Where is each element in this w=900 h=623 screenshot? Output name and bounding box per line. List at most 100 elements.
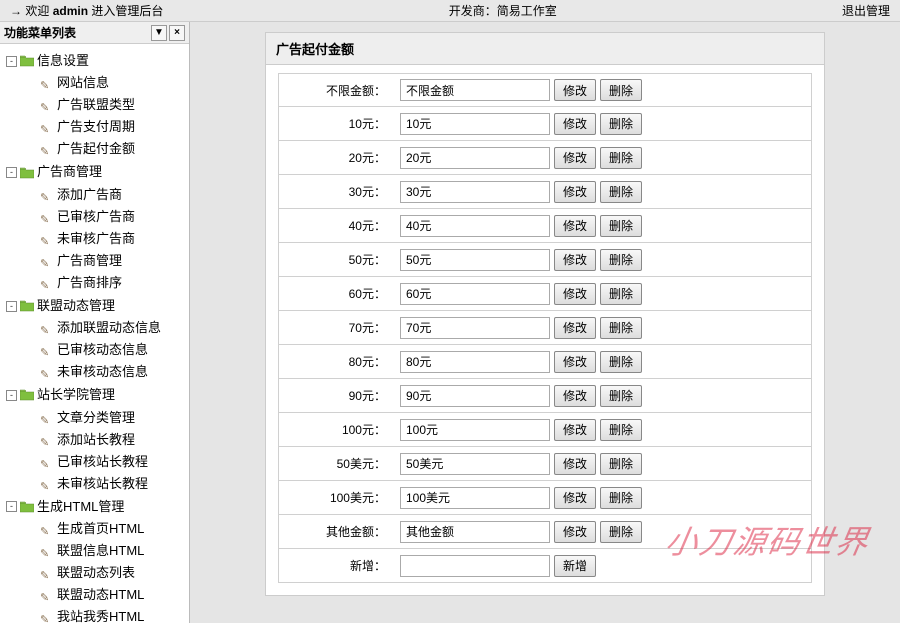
panel: 广告起付金额 不限金额：修改删除10元：修改删除20元：修改删除30元：修改删除… <box>265 32 825 596</box>
delete-button[interactable]: 删除 <box>600 487 642 509</box>
delete-button[interactable]: 删除 <box>600 385 642 407</box>
page-icon: ✎ <box>40 434 54 446</box>
edit-button[interactable]: 修改 <box>554 113 596 135</box>
edit-button[interactable]: 修改 <box>554 419 596 441</box>
logout-link[interactable]: 退出管理 <box>842 2 890 19</box>
add-input[interactable] <box>400 555 550 577</box>
tree-item[interactable]: ✎广告支付周期 <box>26 116 185 138</box>
tree-item[interactable]: ✎联盟动态列表 <box>26 562 185 584</box>
edit-button[interactable]: 修改 <box>554 79 596 101</box>
tree-item-label: 联盟信息HTML <box>57 540 144 562</box>
delete-button[interactable]: 删除 <box>600 147 642 169</box>
value-input[interactable] <box>400 419 550 441</box>
delete-button[interactable]: 删除 <box>600 249 642 271</box>
delete-button[interactable]: 删除 <box>600 215 642 237</box>
tree-folder[interactable]: -联盟动态管理 <box>4 295 185 317</box>
row-label: 70元： <box>279 319 394 336</box>
edit-button[interactable]: 修改 <box>554 385 596 407</box>
delete-button[interactable]: 删除 <box>600 317 642 339</box>
tree-item[interactable]: ✎广告商排序 <box>26 272 185 294</box>
delete-button[interactable]: 删除 <box>600 283 642 305</box>
form-row: 10元：修改删除 <box>278 107 812 141</box>
value-input[interactable] <box>400 487 550 509</box>
tree-folder[interactable]: -信息设置 <box>4 50 185 72</box>
delete-button[interactable]: 删除 <box>600 521 642 543</box>
collapse-icon[interactable]: - <box>6 301 17 312</box>
tree-item[interactable]: ✎联盟动态HTML <box>26 584 185 606</box>
row-label: 40元： <box>279 217 394 234</box>
value-input[interactable] <box>400 215 550 237</box>
tree-item[interactable]: ✎文章分类管理 <box>26 407 185 429</box>
value-input[interactable] <box>400 249 550 271</box>
page-icon: ✎ <box>40 567 54 579</box>
edit-button[interactable]: 修改 <box>554 453 596 475</box>
tree-item[interactable]: ✎添加联盟动态信息 <box>26 317 185 339</box>
page-icon: ✎ <box>40 211 54 223</box>
edit-button[interactable]: 修改 <box>554 147 596 169</box>
sidebar-title: 功能菜单列表 <box>4 24 149 41</box>
tree-item[interactable]: ✎我站我秀HTML <box>26 606 185 623</box>
form-row: 100元：修改删除 <box>278 413 812 447</box>
sidebar-close-button[interactable]: × <box>169 25 185 41</box>
collapse-icon[interactable]: - <box>6 501 17 512</box>
edit-button[interactable]: 修改 <box>554 249 596 271</box>
tree-folder[interactable]: -广告商管理 <box>4 161 185 183</box>
add-button[interactable]: 新增 <box>554 555 596 577</box>
value-input[interactable] <box>400 113 550 135</box>
tree-folder[interactable]: -站长学院管理 <box>4 384 185 406</box>
tree-folder-label: 生成HTML管理 <box>37 496 124 518</box>
value-input[interactable] <box>400 147 550 169</box>
page-icon: ✎ <box>40 99 54 111</box>
value-input[interactable] <box>400 79 550 101</box>
tree-item[interactable]: ✎生成首页HTML <box>26 518 185 540</box>
tree-item[interactable]: ✎未审核动态信息 <box>26 361 185 383</box>
edit-button[interactable]: 修改 <box>554 521 596 543</box>
tree-item[interactable]: ✎网站信息 <box>26 72 185 94</box>
delete-button[interactable]: 删除 <box>600 351 642 373</box>
page-icon: ✎ <box>40 478 54 490</box>
edit-button[interactable]: 修改 <box>554 317 596 339</box>
delete-button[interactable]: 删除 <box>600 181 642 203</box>
value-input[interactable] <box>400 283 550 305</box>
tree-item-label: 未审核站长教程 <box>57 473 148 495</box>
collapse-icon[interactable]: - <box>6 167 17 178</box>
collapse-icon[interactable]: - <box>6 390 17 401</box>
collapse-icon[interactable]: - <box>6 56 17 67</box>
delete-button[interactable]: 删除 <box>600 419 642 441</box>
welcome-text: → 欢迎 admin 进入管理后台 <box>10 2 163 19</box>
page-icon: ✎ <box>40 255 54 267</box>
edit-button[interactable]: 修改 <box>554 283 596 305</box>
tree-item[interactable]: ✎已审核动态信息 <box>26 339 185 361</box>
edit-button[interactable]: 修改 <box>554 181 596 203</box>
value-input[interactable] <box>400 385 550 407</box>
tree-folder[interactable]: - 生成HTML管理 <box>4 496 185 518</box>
tree-item[interactable]: ✎添加广告商 <box>26 184 185 206</box>
edit-button[interactable]: 修改 <box>554 215 596 237</box>
sidebar-dropdown-button[interactable]: ▼ <box>151 25 167 41</box>
row-label: 50美元： <box>279 455 394 472</box>
value-input[interactable] <box>400 317 550 339</box>
delete-button[interactable]: 删除 <box>600 113 642 135</box>
value-input[interactable] <box>400 521 550 543</box>
form-row: 70元： 修改删除 <box>278 311 812 345</box>
tree-item[interactable]: ✎未审核广告商 <box>26 228 185 250</box>
tree-item[interactable]: ✎广告联盟类型 <box>26 94 185 116</box>
tree-item[interactable]: ✎广告起付金额 <box>26 138 185 160</box>
delete-button[interactable]: 删除 <box>600 453 642 475</box>
value-input[interactable] <box>400 453 550 475</box>
tree-item[interactable]: ✎添加站长教程 <box>26 429 185 451</box>
edit-button[interactable]: 修改 <box>554 351 596 373</box>
delete-button[interactable]: 删除 <box>600 79 642 101</box>
tree-item[interactable]: ✎已审核站长教程 <box>26 451 185 473</box>
panel-body: 不限金额：修改删除10元：修改删除20元：修改删除30元：修改删除40元：修改删… <box>266 65 824 595</box>
page-icon: ✎ <box>40 277 54 289</box>
page-icon: ✎ <box>40 545 54 557</box>
tree-item[interactable]: ✎联盟信息HTML <box>26 540 185 562</box>
tree-item[interactable]: ✎广告商管理 <box>26 250 185 272</box>
tree-item[interactable]: ✎未审核站长教程 <box>26 473 185 495</box>
value-input[interactable] <box>400 351 550 373</box>
tree-item[interactable]: ✎已审核广告商 <box>26 206 185 228</box>
edit-button[interactable]: 修改 <box>554 487 596 509</box>
value-input[interactable] <box>400 181 550 203</box>
tree-item-label: 已审核广告商 <box>57 206 135 228</box>
